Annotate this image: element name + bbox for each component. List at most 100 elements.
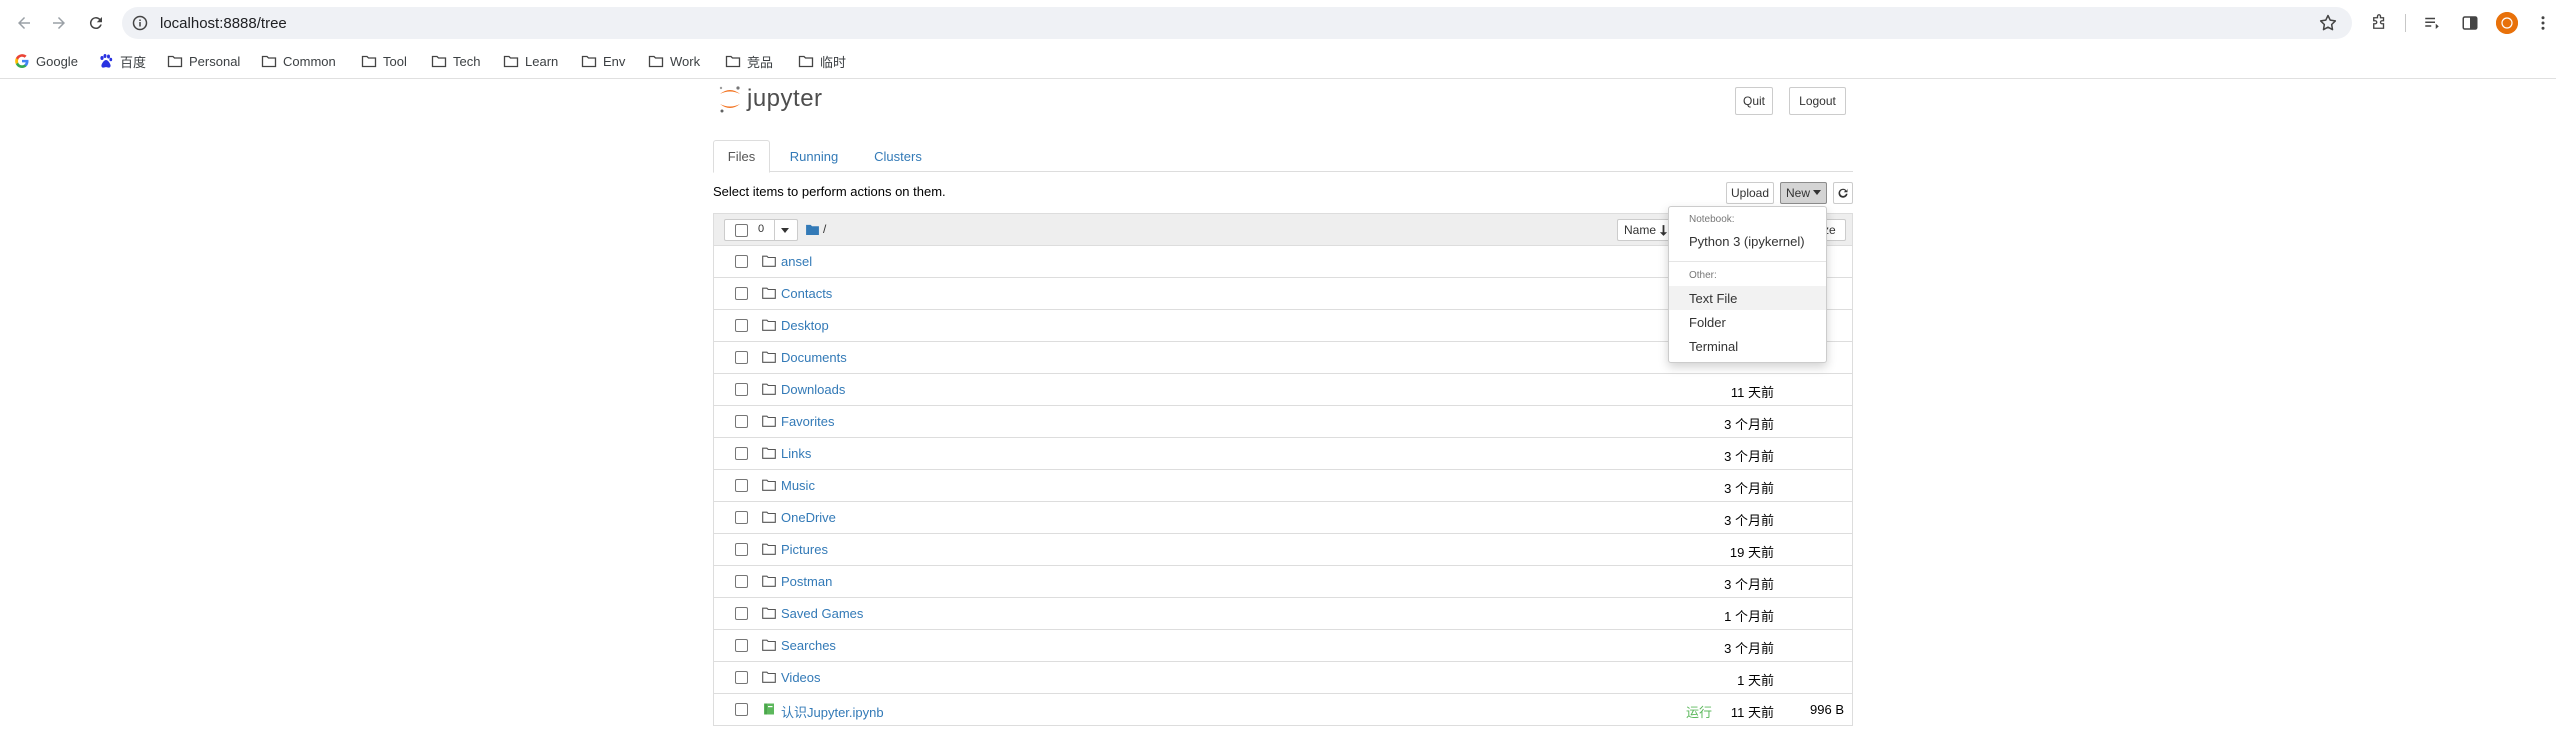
folder-row[interactable]: Searches 3 个月前: [714, 629, 1852, 661]
row-checkbox[interactable]: [735, 511, 748, 524]
tab-clusters[interactable]: Clusters: [858, 140, 938, 172]
folder-row[interactable]: Videos 1 天前: [714, 661, 1852, 693]
new-python3-notebook-item[interactable]: Python 3 (ipykernel): [1669, 229, 1826, 253]
folder-row[interactable]: Music 3 个月前: [714, 469, 1852, 501]
item-name-link[interactable]: Pictures: [781, 542, 828, 557]
bookmark-folder-jingpin[interactable]: 竞品: [725, 51, 773, 71]
modified-time: 1 天前: [1737, 673, 1774, 688]
folder-row[interactable]: Saved Games 1 个月前: [714, 597, 1852, 629]
folder-icon: [648, 55, 664, 68]
back-button[interactable]: [13, 12, 35, 34]
folder-row[interactable]: Links 3 个月前: [714, 437, 1852, 469]
bookmark-star-icon[interactable]: [2318, 13, 2338, 33]
select-dropdown-icon[interactable]: [781, 228, 789, 233]
profile-avatar[interactable]: [2496, 12, 2518, 34]
bookmark-folder-tool[interactable]: Tool: [361, 51, 407, 71]
reload-icon: [89, 17, 102, 30]
row-checkbox[interactable]: [735, 447, 748, 460]
bookmark-google[interactable]: Google: [14, 51, 78, 71]
notebook-row[interactable]: 认识Jupyter.ipynb 运行 11 天前 996 B: [714, 693, 1852, 725]
tab-running[interactable]: Running: [775, 140, 853, 172]
folder-icon: [762, 255, 776, 267]
reading-list-button[interactable]: [2421, 12, 2443, 34]
row-checkbox[interactable]: [735, 703, 748, 716]
row-checkbox[interactable]: [735, 351, 748, 364]
refresh-button[interactable]: [1833, 182, 1853, 204]
bookmark-folder-work[interactable]: Work: [648, 51, 700, 71]
bookmark-folder-env[interactable]: Env: [581, 51, 625, 71]
side-panel-button[interactable]: [2459, 12, 2481, 34]
google-icon: [15, 54, 29, 68]
item-name-link[interactable]: ansel: [781, 254, 812, 269]
address-bar[interactable]: localhost:8888/tree: [122, 7, 2352, 39]
item-name-link[interactable]: Downloads: [781, 382, 845, 397]
item-name-link[interactable]: Documents: [781, 350, 847, 365]
bookmark-folder-linshi[interactable]: 临时: [798, 51, 846, 71]
row-checkbox[interactable]: [735, 255, 748, 268]
new-terminal-item[interactable]: Terminal: [1669, 334, 1826, 358]
folder-row[interactable]: OneDrive 3 个月前: [714, 501, 1852, 533]
new-folder-item[interactable]: Folder: [1669, 310, 1826, 334]
breadcrumb[interactable]: /: [806, 222, 826, 236]
item-name-link[interactable]: Favorites: [781, 414, 834, 429]
row-checkbox[interactable]: [735, 575, 748, 588]
site-info-icon[interactable]: [132, 15, 148, 31]
folder-icon: [762, 607, 776, 619]
folder-icon: [431, 55, 447, 68]
item-name-link[interactable]: Postman: [781, 574, 832, 589]
row-checkbox[interactable]: [735, 607, 748, 620]
browser-menu-button[interactable]: [2532, 12, 2554, 34]
modified-time: 3 个月前: [1724, 641, 1774, 656]
bookmark-folder-learn[interactable]: Learn: [503, 51, 558, 71]
item-name-link[interactable]: 认识Jupyter.ipynb: [781, 702, 884, 721]
forward-button[interactable]: [48, 12, 70, 34]
item-name-link[interactable]: Desktop: [781, 318, 829, 333]
select-all-control[interactable]: 0: [724, 219, 798, 241]
reload-button[interactable]: [85, 12, 107, 34]
folder-icon: [762, 287, 776, 299]
row-checkbox[interactable]: [735, 543, 748, 556]
tab-files[interactable]: Files: [713, 140, 770, 173]
bookmark-folder-common[interactable]: Common: [261, 51, 336, 71]
folder-icon: [762, 511, 776, 523]
jupyter-logo[interactable]: jupyter: [717, 84, 823, 114]
row-checkbox[interactable]: [735, 639, 748, 652]
item-name-link[interactable]: Music: [781, 478, 815, 493]
url-text: localhost:8888/tree: [160, 15, 287, 32]
select-all-checkbox[interactable]: [735, 224, 748, 237]
bookmark-folder-personal[interactable]: Personal: [167, 51, 240, 71]
item-name-link[interactable]: Contacts: [781, 286, 832, 301]
row-checkbox[interactable]: [735, 383, 748, 396]
row-checkbox[interactable]: [735, 671, 748, 684]
item-name-link[interactable]: Searches: [781, 638, 836, 653]
item-name-link[interactable]: Links: [781, 446, 811, 461]
item-name-link[interactable]: Saved Games: [781, 606, 863, 621]
item-name-link[interactable]: Videos: [781, 670, 821, 685]
item-name-link[interactable]: OneDrive: [781, 510, 836, 525]
row-checkbox[interactable]: [735, 415, 748, 428]
folder-row[interactable]: Favorites 3 个月前: [714, 405, 1852, 437]
jupyter-logo-icon: [719, 86, 740, 113]
row-checkbox[interactable]: [735, 287, 748, 300]
new-dropdown-button[interactable]: New: [1780, 182, 1827, 204]
new-text-file-item[interactable]: Text File: [1669, 286, 1826, 310]
bookmark-folder-tech[interactable]: Tech: [431, 51, 480, 71]
row-checkbox[interactable]: [735, 479, 748, 492]
upload-button[interactable]: Upload: [1726, 182, 1774, 204]
folder-row[interactable]: Postman 3 个月前: [714, 565, 1852, 597]
bookmark-label: Personal: [189, 53, 241, 69]
playlist-icon: [2425, 17, 2439, 29]
row-checkbox[interactable]: [735, 319, 748, 332]
folder-row[interactable]: Pictures 19 天前: [714, 533, 1852, 565]
quit-button[interactable]: Quit: [1735, 87, 1773, 115]
extensions-button[interactable]: [2368, 12, 2390, 34]
sort-arrow-down-icon: [1659, 224, 1668, 236]
toolbar-separator: [2405, 14, 2406, 32]
logout-button[interactable]: Logout: [1789, 87, 1846, 115]
select-divider: [774, 220, 775, 240]
bookmark-baidu[interactable]: 百度: [98, 51, 146, 71]
chrome-divider: [0, 78, 2556, 79]
folder-row[interactable]: Downloads 11 天前: [714, 373, 1852, 405]
sort-by-name-button[interactable]: Name: [1617, 219, 1675, 241]
bookmark-label: Env: [603, 53, 626, 69]
